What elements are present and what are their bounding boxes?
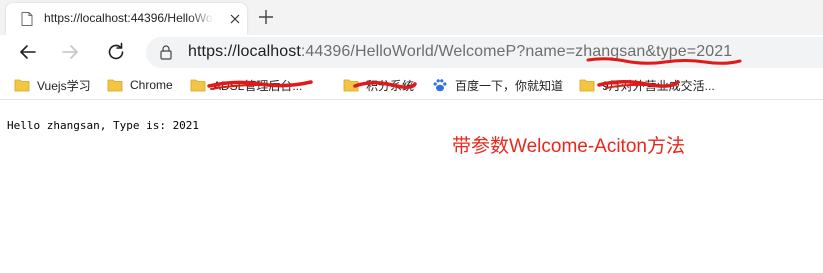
lock-icon[interactable]: [158, 44, 174, 60]
bookmark-vuejs[interactable]: Vuejs学习: [14, 75, 91, 95]
bookmark-label: Chrome: [130, 78, 173, 92]
url-path: :44396/HelloWorld/WelcomeP?name=zhangsan…: [300, 43, 733, 60]
folder-icon: [14, 78, 30, 92]
bookmark-label: 百度一下，你就知道: [455, 78, 564, 93]
refresh-icon[interactable]: [104, 40, 128, 64]
forward-arrow-icon[interactable]: [58, 40, 82, 64]
baidu-paw-icon: [432, 78, 448, 92]
bookmark-adsl[interactable]: ADSL管理后台...: [190, 75, 302, 95]
folder-icon: [107, 78, 123, 92]
tab-title: https://localhost:44396/HelloWo: [44, 11, 213, 25]
bookmark-points-system[interactable]: 积分系统: [343, 75, 414, 95]
back-arrow-icon[interactable]: [16, 40, 40, 64]
folder-icon: [190, 78, 206, 92]
folder-icon: [343, 78, 359, 92]
bookmark-september-activity[interactable]: 9月对外营业成交活...: [579, 75, 715, 95]
bookmark-chrome[interactable]: Chrome: [107, 75, 173, 95]
navigation-toolbar: https://localhost:44396/HelloWorld/Welco…: [0, 35, 823, 69]
browser-tab[interactable]: https://localhost:44396/HelloWo: [6, 3, 247, 35]
url-host: https://localhost: [188, 43, 301, 60]
tab-strip: https://localhost:44396/HelloWo: [0, 0, 823, 35]
address-bar[interactable]: https://localhost:44396/HelloWorld/Welco…: [146, 37, 823, 68]
bookmark-label: Vuejs学习: [37, 78, 91, 93]
bookmark-label: 9月对外营业成交活...: [602, 78, 715, 93]
page-icon: [19, 11, 35, 27]
close-icon[interactable]: [228, 12, 242, 26]
bookmark-label: 积分系统: [366, 78, 415, 93]
bookmarks-bar: Vuejs学习 Chrome ADSL管理后台... 积分系统 百度一下，你就知: [0, 69, 823, 100]
folder-icon: [579, 78, 595, 92]
page-output-text: Hello zhangsan, Type is: 2021: [7, 119, 200, 132]
bookmark-baidu[interactable]: 百度一下，你就知道: [432, 75, 563, 95]
plus-icon[interactable]: [256, 7, 276, 27]
url-text[interactable]: https://localhost:44396/HelloWorld/Welco…: [188, 43, 732, 61]
red-annotation: 带参数Welcome-Aciton方法: [452, 136, 685, 157]
bookmark-label: ADSL管理后台...: [213, 78, 303, 93]
